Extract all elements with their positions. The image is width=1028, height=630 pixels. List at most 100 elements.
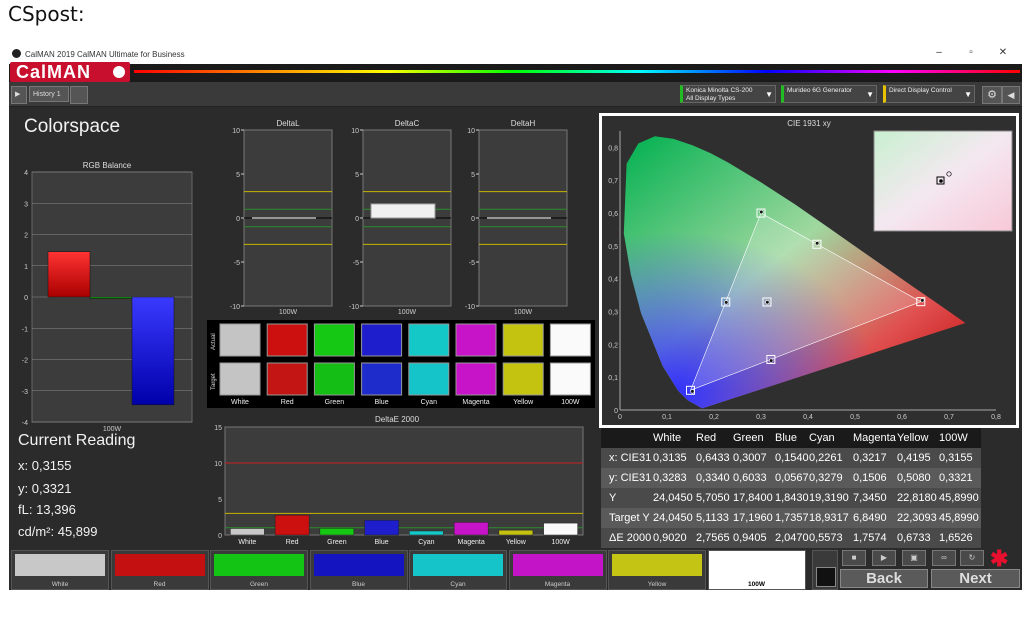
measured-point-blue bbox=[690, 389, 695, 394]
stop-icon[interactable]: ■ bbox=[842, 550, 866, 566]
column-header: Yellow bbox=[897, 432, 929, 444]
x-tick-label: 0 bbox=[618, 414, 622, 421]
play-icon[interactable]: ▶ bbox=[872, 550, 896, 566]
table-cell: 0,5573 bbox=[809, 532, 843, 544]
y-tick-label: 0 bbox=[614, 408, 618, 415]
cie-1931-chart: CIE 1931 xy 0 0,1 0,2 0,3 0,4 0,5 0,6 0,7 0,8 0,8 0… bbox=[599, 113, 1019, 428]
device-selector[interactable]: Konica Minolta CS-200 All Display Types ▼ bbox=[680, 85, 776, 103]
measured-point-white bbox=[765, 300, 770, 305]
back-button[interactable]: Back bbox=[840, 569, 928, 588]
add-tab-button[interactable] bbox=[70, 86, 88, 104]
delta-bar bbox=[252, 217, 316, 219]
target-swatch bbox=[361, 362, 403, 396]
bottom-swatch-cyan[interactable]: Cyan bbox=[409, 550, 507, 590]
reading-fl: fL: 13,396 bbox=[18, 502, 76, 517]
x-tick-label: White bbox=[238, 539, 256, 546]
delta-chart-title: DeltaL bbox=[276, 119, 300, 128]
rainbow-stripe bbox=[134, 70, 1020, 73]
swatch-label: Cyan bbox=[450, 581, 466, 588]
x-tick-label: Magenta bbox=[458, 539, 485, 546]
swatch-color bbox=[413, 554, 503, 576]
y-tick-label: 0,8 bbox=[608, 145, 618, 152]
table-cell: 2,7565 bbox=[696, 532, 730, 544]
x-tick-label: 0,6 bbox=[897, 414, 907, 421]
y-tick-label: -5 bbox=[353, 260, 359, 267]
table-cell: 0,3135 bbox=[653, 452, 687, 464]
y-tick-label: 10 bbox=[467, 128, 475, 135]
minimize-button[interactable]: – bbox=[929, 47, 949, 58]
column-header: White bbox=[653, 432, 682, 444]
y-tick-label: -10 bbox=[230, 304, 240, 311]
deltae-title: DeltaE 2000 bbox=[375, 415, 420, 424]
next-label: Next bbox=[959, 570, 992, 587]
table-cell: 24,0450 bbox=[653, 492, 693, 504]
table-cell: 17,1960 bbox=[733, 512, 773, 524]
x-tick-label: Yellow bbox=[506, 539, 527, 546]
bottom-swatch-magenta[interactable]: Magenta bbox=[508, 550, 607, 590]
refresh-icon[interactable]: ↻ bbox=[960, 550, 984, 566]
color-swatch-grid: Actual Target White Red Green Blue Cyan Magenta… bbox=[207, 320, 595, 408]
maximize-button[interactable]: ▫ bbox=[961, 47, 981, 58]
delta-lch-charts: DeltaL 10 5 0 -5 -10 100W DeltaC 10 5 0 -5 -10 100W De… bbox=[230, 119, 568, 316]
y-tick-label: 3 bbox=[24, 201, 28, 208]
x-tick-label: 0,7 bbox=[944, 414, 954, 421]
bottom-swatch-white[interactable]: White bbox=[11, 550, 109, 590]
deltae-bar-green bbox=[319, 527, 355, 536]
y-tick-label: 0,6 bbox=[608, 211, 618, 218]
close-button[interactable]: ✕ bbox=[993, 47, 1013, 58]
bottom-swatch-red[interactable]: Red bbox=[110, 550, 209, 590]
target-swatch bbox=[266, 362, 308, 396]
tab-history-1[interactable]: History 1 bbox=[29, 86, 69, 102]
bottom-swatch-yellow[interactable]: Yellow bbox=[608, 550, 706, 590]
deltae-bar-cyan bbox=[409, 530, 444, 536]
table-cell: 0,3217 bbox=[853, 452, 887, 464]
swatch-label: Yellow bbox=[647, 581, 667, 588]
logo-menu-icon[interactable] bbox=[113, 66, 125, 78]
save-icon[interactable]: ▣ bbox=[902, 550, 926, 566]
x-tick-label: 0,1 bbox=[662, 414, 672, 421]
current-reading-title: Current Reading bbox=[18, 432, 136, 449]
device-name: Direct Display Control bbox=[889, 87, 952, 94]
device-subtitle: All Display Types bbox=[686, 95, 736, 102]
row-label: Y bbox=[609, 492, 617, 504]
table-row: Y 24,0450 5,7050 17,8400 1,8430 19,3190 7,3450… bbox=[601, 488, 981, 508]
bottom-swatch-green[interactable]: Green bbox=[210, 550, 308, 590]
swatch-label: Red bbox=[281, 399, 294, 406]
play-icon: ▶ bbox=[15, 91, 21, 98]
table-cell: 0,0567 bbox=[775, 472, 809, 484]
deltae-2000-chart: DeltaE 2000 15 10 5 0 White Red Green Blue Cyan Ma… bbox=[214, 415, 584, 546]
bottom-swatch-blue[interactable]: Blue bbox=[309, 550, 408, 590]
swatch-label: Yellow bbox=[513, 399, 534, 406]
table-cell: 0,6733 bbox=[897, 532, 931, 544]
swatch-label: Green bbox=[325, 399, 345, 406]
y-tick-label: 0 bbox=[218, 533, 222, 540]
table-cell: 0,3279 bbox=[809, 472, 843, 484]
x-tick-label: 0,8 bbox=[991, 414, 1001, 421]
device-selector[interactable]: Murideo 6G Generator ▼ bbox=[781, 85, 877, 103]
bottom-swatch-100w[interactable]: 100W bbox=[707, 550, 806, 590]
collapse-icon[interactable]: ◀ bbox=[1002, 86, 1020, 104]
column-header: Cyan bbox=[809, 432, 835, 444]
loop-icon[interactable]: ∞ bbox=[932, 550, 956, 566]
table-row: Target Y 24,0450 5,1133 17,1960 1,7357 18,931… bbox=[601, 508, 981, 528]
device-selector[interactable]: Direct Display Control ▼ bbox=[883, 85, 975, 103]
record-icon[interactable] bbox=[812, 550, 838, 590]
x-axis-label: 100W bbox=[279, 309, 298, 316]
settings-gear-icon[interactable]: ⚙ bbox=[982, 86, 1002, 104]
y-tick-label: 15 bbox=[214, 425, 222, 432]
next-button[interactable]: Next bbox=[931, 569, 1020, 588]
sidebar-toggle-button[interactable]: ▶ bbox=[11, 86, 27, 104]
table-cell: 0,3155 bbox=[939, 452, 973, 464]
actual-swatch bbox=[266, 323, 308, 357]
calman-logo[interactable]: CalMAN bbox=[10, 62, 130, 82]
delta-chart-title: DeltaC bbox=[395, 119, 420, 128]
table-header: White Red Green Blue Cyan Magenta Yellow 100W bbox=[601, 428, 981, 448]
delta-bar bbox=[487, 217, 551, 219]
table-row: y: CIE31 0,3283 0,3340 0,6033 0,0567 0,3279 0,… bbox=[601, 468, 981, 488]
table-cell: 0,6433 bbox=[696, 452, 730, 464]
deltae-bar-red bbox=[274, 514, 310, 536]
row-label: y: CIE31 bbox=[609, 472, 652, 484]
table-cell: 1,7357 bbox=[775, 512, 809, 524]
reading-x: x: 0,3155 bbox=[18, 458, 72, 473]
table-cell: 0,1540 bbox=[775, 452, 809, 464]
